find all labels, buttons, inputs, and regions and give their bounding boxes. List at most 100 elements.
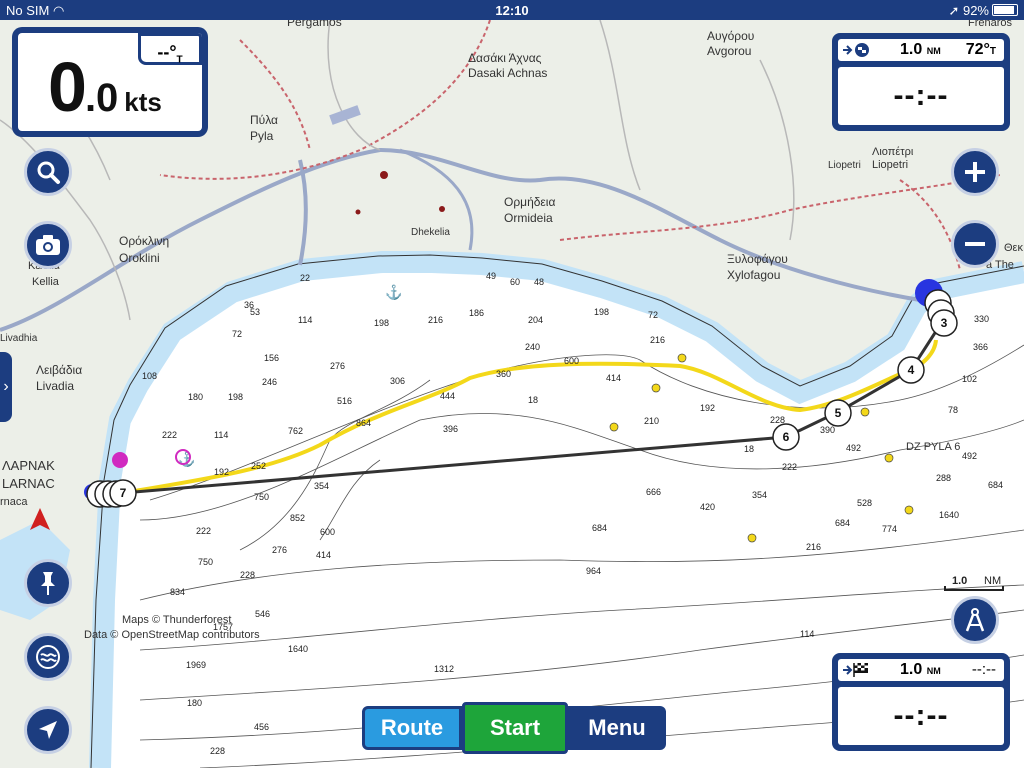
- speed-panel[interactable]: 0.0 kts --°T: [12, 27, 208, 137]
- route-waypoint[interactable]: 6: [772, 423, 800, 451]
- location-arrow-icon: ➚: [948, 3, 960, 18]
- route-waypoint[interactable]: 3: [930, 309, 958, 337]
- destination-eta: --:--: [971, 661, 996, 678]
- depth-sounding: 600: [320, 527, 335, 537]
- place-label: DZ PYLA 6: [906, 441, 960, 453]
- depth-sounding: 192: [700, 403, 715, 413]
- map-scale: 1.0 NM: [944, 575, 1004, 591]
- depth-sounding: 48: [534, 277, 544, 287]
- weather-layer-button[interactable]: [24, 633, 72, 681]
- route-button[interactable]: Route: [362, 706, 462, 750]
- depth-sounding: 276: [330, 361, 345, 371]
- place-label: Oroklini: [119, 251, 160, 265]
- place-label: Maps © Thunderforest: [122, 614, 231, 626]
- depth-sounding: 114: [214, 430, 228, 440]
- start-button[interactable]: Start: [462, 702, 568, 754]
- heading-readout: --°T: [138, 33, 202, 66]
- speed-decimal: .0: [84, 76, 119, 120]
- depth-sounding: 72: [232, 329, 242, 339]
- route-waypoint[interactable]: 7: [109, 479, 137, 507]
- depth-sounding: 18: [528, 395, 538, 405]
- depth-sounding: 600: [564, 356, 579, 366]
- compass-icon: [965, 608, 985, 632]
- waves-icon: [36, 645, 60, 669]
- destination-distance: 1.0: [900, 661, 923, 678]
- place-label: ΛΑΡΝΑΚ: [2, 458, 55, 473]
- depth-sounding: 60: [510, 277, 520, 287]
- place-label: Dasaki Achnas: [468, 66, 547, 80]
- depth-sounding: 246: [262, 377, 277, 387]
- depth-sounding: 750: [254, 492, 269, 502]
- camera-button[interactable]: [24, 221, 72, 269]
- depth-sounding: 684: [988, 480, 1003, 490]
- depth-sounding: 22: [300, 273, 310, 283]
- depth-sounding: 180: [187, 698, 202, 708]
- depth-sounding: 964: [586, 566, 601, 576]
- depth-sounding: 72: [648, 310, 658, 320]
- depth-sounding: 228: [210, 746, 225, 756]
- destination-panel[interactable]: 1.0 NM --:-- --:--: [832, 653, 1010, 751]
- depth-sounding: 216: [806, 542, 821, 552]
- zoom-out-button[interactable]: [951, 220, 999, 268]
- depth-sounding: 390: [820, 425, 835, 435]
- depth-sounding: 516: [337, 396, 352, 406]
- depth-sounding: 684: [835, 518, 850, 528]
- minus-icon: [965, 242, 985, 246]
- place-label: Livadhia: [0, 333, 38, 344]
- place-label: Ormideia: [504, 211, 553, 225]
- depth-sounding: 360: [496, 369, 511, 379]
- place-label: Ορμήδεια: [504, 195, 555, 209]
- depth-sounding: 216: [650, 335, 665, 345]
- depth-sounding: 330: [974, 314, 989, 324]
- navigation-arrow-icon: [39, 721, 57, 739]
- search-icon: [37, 161, 60, 184]
- depth-sounding: 53: [250, 307, 260, 317]
- depth-sounding: 306: [390, 376, 405, 386]
- depth-sounding: 492: [846, 443, 861, 453]
- follow-position-button[interactable]: [24, 706, 72, 754]
- depth-sounding: 414: [316, 550, 331, 560]
- depth-sounding: 228: [770, 415, 785, 425]
- depth-sounding: 1312: [434, 664, 454, 674]
- depth-sounding: 222: [196, 526, 211, 536]
- compass-button[interactable]: [951, 596, 999, 644]
- depth-sounding: 684: [592, 523, 607, 533]
- depth-sounding: 414: [606, 373, 621, 383]
- place-label: Ξυλοφάγου: [727, 252, 788, 266]
- waypoint-time-to-go: --:--: [838, 67, 1004, 125]
- waypoint-target-icon: [842, 42, 872, 63]
- depth-sounding: 228: [240, 570, 255, 580]
- route-waypoint-label: 7: [120, 486, 127, 500]
- place-label: Πύλα: [250, 113, 278, 127]
- depth-sounding: 1969: [186, 660, 206, 670]
- pushpin-icon: [41, 572, 55, 595]
- depth-sounding: 114: [298, 315, 312, 325]
- depth-sounding: 420: [700, 502, 715, 512]
- depth-sounding: 108: [142, 371, 157, 381]
- depth-sounding: 192: [214, 467, 229, 477]
- depth-sounding: 354: [314, 481, 329, 491]
- depth-sounding: 456: [254, 722, 269, 732]
- svg-text:⚓: ⚓: [178, 451, 195, 468]
- clock: 12:10: [495, 3, 529, 18]
- route-waypoint[interactable]: 4: [897, 356, 925, 384]
- search-button[interactable]: [24, 148, 72, 196]
- side-panel-toggle[interactable]: ›: [0, 352, 12, 422]
- zoom-in-button[interactable]: [951, 148, 999, 196]
- depth-sounding: 18: [744, 444, 754, 454]
- place-label: rnaca: [0, 496, 28, 508]
- depth-sounding: 49: [486, 271, 496, 281]
- destination-time-to-go: --:--: [838, 687, 1004, 745]
- route-waypoint-label: 3: [941, 316, 948, 330]
- route-waypoint[interactable]: 5: [824, 399, 852, 427]
- place-label: LARNAC: [2, 476, 55, 491]
- place-label: Pyla: [250, 129, 274, 143]
- depth-sounding: 240: [525, 342, 540, 352]
- next-waypoint-panel[interactable]: 1.0 NM 72°T --:--: [832, 33, 1010, 131]
- depth-sounding: 204: [528, 315, 543, 325]
- pin-button[interactable]: [24, 559, 72, 607]
- destination-distance-unit: NM: [926, 666, 941, 676]
- heading-value: --°: [157, 42, 177, 62]
- place-label: Avgorou: [707, 44, 751, 58]
- menu-button[interactable]: Menu: [568, 706, 666, 750]
